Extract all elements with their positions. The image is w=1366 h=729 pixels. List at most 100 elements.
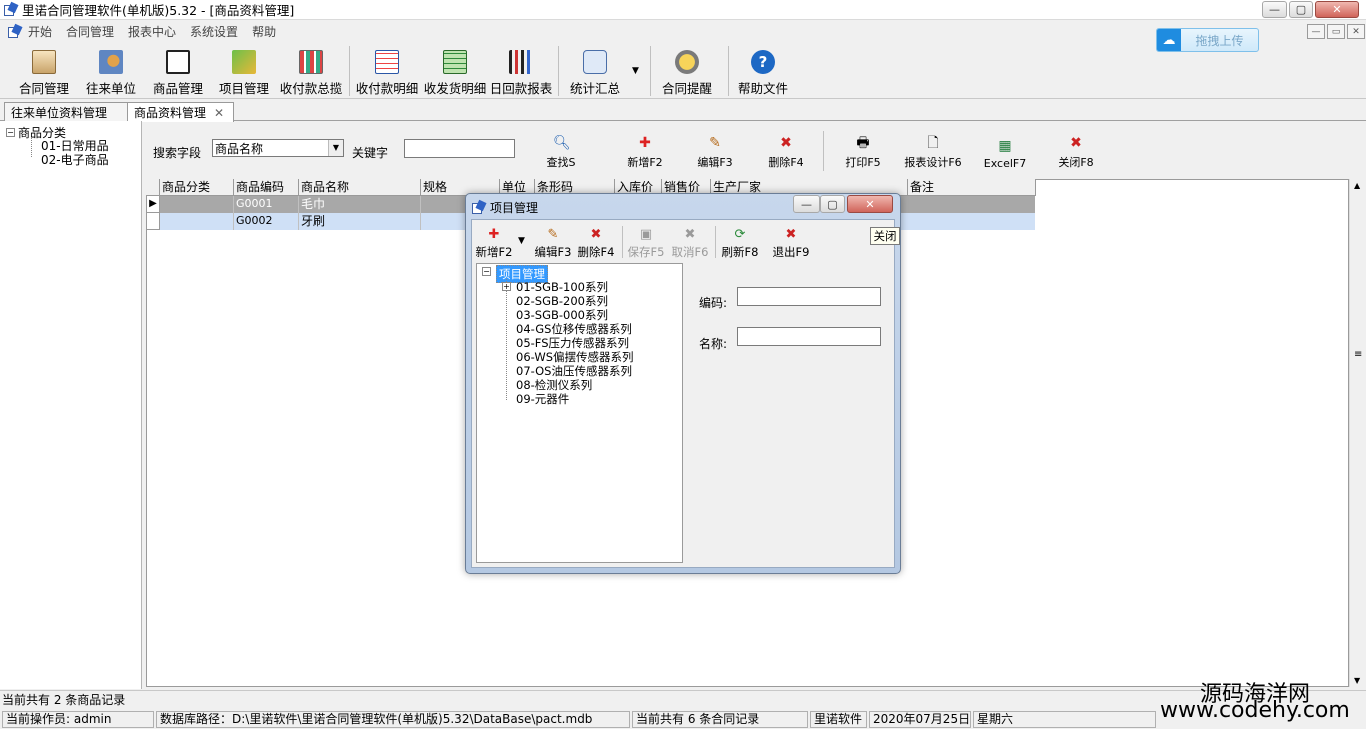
dialog-close-button[interactable]: ✕ — [847, 195, 893, 213]
document-icon: 🗋 — [927, 135, 939, 151]
report-design-button[interactable]: 🗋 报表设计F6 — [898, 134, 968, 170]
column-header[interactable]: 商品编码 — [234, 179, 299, 196]
action-label: 关闭F8 — [1058, 156, 1094, 169]
minimize-button[interactable]: — — [1262, 1, 1287, 18]
maximize-button[interactable]: ▢ — [1289, 1, 1313, 18]
scroll-down-icon[interactable]: ▼ — [1354, 676, 1360, 685]
mdi-minimize-button[interactable]: — — [1307, 24, 1325, 39]
statistics-dropdown-arrow[interactable]: ▼ — [632, 66, 639, 76]
column-header[interactable]: 商品名称 — [299, 179, 421, 196]
table-cell — [160, 213, 234, 230]
toolbar-partners-button[interactable]: 往来单位 — [82, 47, 140, 97]
alarm-clock-icon — [675, 50, 699, 74]
toolbar-separator — [728, 46, 729, 96]
pencil-icon: ✎ — [709, 135, 721, 151]
search-field-select[interactable]: 商品名称 ▼ — [212, 139, 344, 157]
close-tooltip: 关闭 — [870, 227, 900, 245]
plus-icon: ✚ — [639, 135, 651, 151]
collapse-icon[interactable]: − — [482, 267, 491, 276]
action-label: ExcelF7 — [983, 157, 1027, 170]
excel-button[interactable]: ▦ ExcelF7 — [980, 134, 1030, 170]
menu-reports[interactable]: 报表中心 — [128, 23, 176, 40]
dialog-app-icon — [472, 199, 487, 215]
payment-overview-icon — [299, 50, 323, 74]
dialog-save-button[interactable]: ▣ 保存F5 — [626, 227, 666, 260]
toolbar-label: 日回款报表 — [489, 81, 553, 96]
collapse-icon[interactable]: − — [6, 128, 15, 137]
name-input[interactable] — [737, 327, 881, 346]
expand-icon[interactable]: + — [502, 282, 511, 291]
toolbar-payment-overview-button[interactable]: 收付款总揽 — [278, 47, 344, 97]
close-icon: ✖ — [1070, 135, 1082, 151]
column-header[interactable]: 备注 — [908, 179, 1036, 196]
mdi-close-button[interactable]: ✕ — [1347, 24, 1365, 39]
dialog-refresh-button[interactable]: ⟳ 刷新F8 — [720, 227, 760, 260]
print-button[interactable]: 🖶 打印F5 — [840, 134, 886, 170]
dialog-cancel-button[interactable]: ✖ 取消F6 — [670, 227, 710, 260]
close-panel-button[interactable]: ✖ 关闭F8 — [1052, 134, 1100, 170]
menu-settings[interactable]: 系统设置 — [190, 23, 238, 40]
toolbar-daily-report-button[interactable]: 日回款报表 — [489, 47, 553, 97]
toolbar-separator — [650, 46, 651, 96]
dialog-delete-button[interactable]: ✖ 删除F4 — [576, 227, 616, 260]
toolbar-goods-button[interactable]: 商品管理 — [148, 47, 208, 97]
dialog-titlebar: 项目管理 — [472, 199, 538, 216]
name-label: 名称: — [699, 337, 728, 351]
table-cell: 毛巾 — [299, 196, 421, 213]
mdi-restore-button[interactable]: ▭ — [1327, 24, 1345, 39]
help-icon: ? — [751, 50, 775, 74]
scroll-thumb[interactable]: ≡ — [1354, 349, 1362, 360]
tab-label: 商品资料管理 — [134, 106, 207, 120]
close-button[interactable]: ✕ — [1315, 1, 1359, 18]
dialog-button-label: 取消F6 — [671, 245, 709, 259]
contract-icon — [32, 50, 56, 74]
code-input[interactable] — [737, 287, 881, 306]
vertical-scrollbar[interactable]: ▲ ≡ ▼ — [1349, 179, 1366, 687]
dialog-add-button[interactable]: ✚ 新增F2 — [473, 227, 515, 260]
dialog-maximize-button[interactable]: ▢ — [820, 195, 845, 213]
toolbar-statistics-button[interactable]: 统计汇总 — [566, 47, 624, 97]
toolbar-label: 收发货明细 — [423, 81, 487, 96]
menu-contract[interactable]: 合同管理 — [66, 23, 114, 40]
toolbar-payment-detail-button[interactable]: 收付款明细 — [354, 47, 420, 97]
column-header[interactable]: 商品分类 — [160, 179, 234, 196]
toolbar-project-button[interactable]: 项目管理 — [215, 47, 273, 97]
delete-button[interactable]: ✖ 删除F4 — [763, 134, 809, 170]
tree-item[interactable]: 09-元器件 — [516, 391, 569, 407]
menu-app-icon — [8, 23, 23, 39]
scroll-up-icon[interactable]: ▲ — [1354, 181, 1360, 190]
toolbar-label: 收付款明细 — [355, 81, 419, 96]
dialog-minimize-button[interactable]: — — [793, 195, 820, 213]
dialog-edit-button[interactable]: ✎ 编辑F3 — [533, 227, 573, 260]
action-label: 打印F5 — [845, 156, 881, 169]
toolbar-delivery-detail-button[interactable]: 收发货明细 — [422, 47, 488, 97]
save-icon: ▣ — [639, 227, 653, 242]
table-cell: 牙刷 — [299, 213, 421, 230]
tab-partners[interactable]: 往来单位资料管理 — [4, 102, 128, 121]
toolbar-contract-button[interactable]: 合同管理 — [14, 47, 74, 97]
tab-close-icon[interactable]: ✕ — [214, 106, 224, 120]
menu-start[interactable]: 开始 — [28, 23, 52, 40]
edit-button[interactable]: ✎ 编辑F3 — [692, 134, 738, 170]
toolbar-label: 统计汇总 — [569, 81, 620, 96]
excel-icon: ▦ — [998, 138, 1012, 154]
add-button[interactable]: ✚ 新增F2 — [622, 134, 668, 170]
watermark-url: www.codehy.com — [1160, 698, 1350, 723]
toolbar-reminder-button[interactable]: 合同提醒 — [658, 47, 716, 97]
chevron-down-icon: ▼ — [328, 140, 343, 156]
find-button[interactable]: 🔍︎ 查找S — [540, 134, 582, 170]
magnifier-icon: 🔍︎ — [553, 135, 571, 151]
keyword-input[interactable] — [404, 139, 515, 158]
payment-detail-icon — [375, 50, 399, 74]
action-label: 删除F4 — [768, 156, 804, 169]
tab-goods[interactable]: 商品资料管理 ✕ — [127, 102, 234, 122]
dialog-exit-button[interactable]: ✖ 退出F9 — [771, 227, 811, 260]
toolbar-help-button[interactable]: ? 帮助文件 — [734, 47, 792, 97]
menu-help[interactable]: 帮助 — [252, 23, 276, 40]
current-row-indicator: ▶ — [147, 196, 160, 213]
table-cell: G0001 — [234, 196, 299, 213]
tree-item-electronics[interactable]: 02-电子商品 — [41, 151, 109, 168]
project-tree: − 项目管理 + 01-SGB-100系列 02-SGB-200系列 03-SG… — [476, 263, 683, 563]
status-company: 里诺软件 — [810, 711, 867, 728]
add-dropdown-arrow[interactable]: ▼ — [518, 236, 525, 246]
